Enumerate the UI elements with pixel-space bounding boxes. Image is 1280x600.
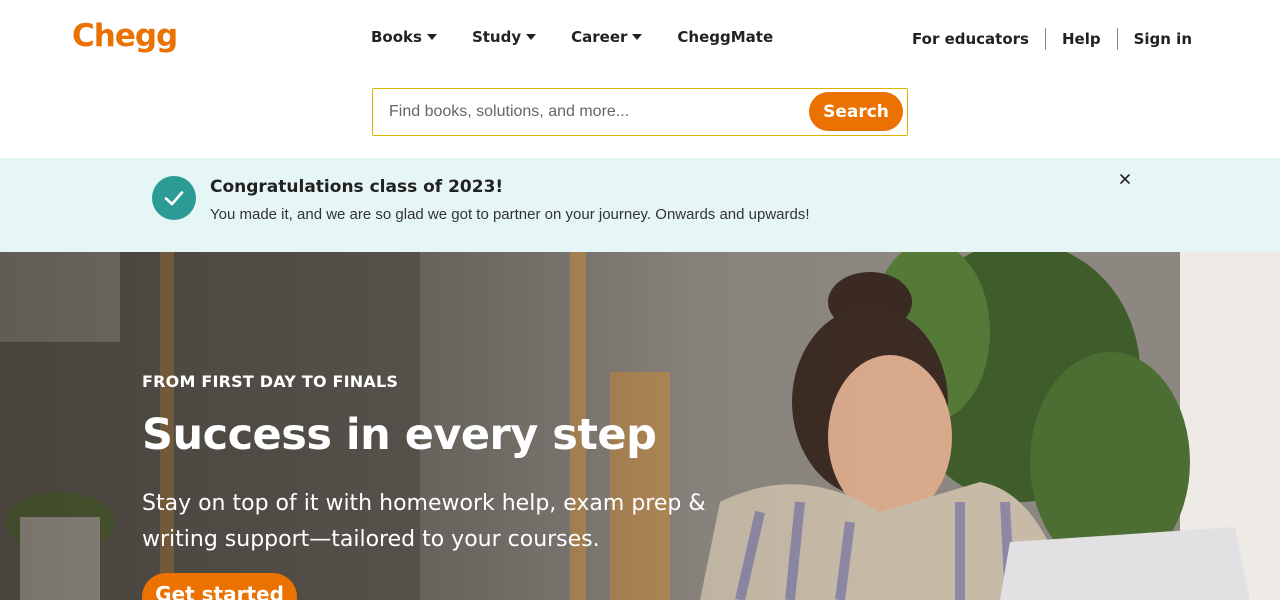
nav-cheggmate[interactable]: CheggMate [677,28,773,46]
hero-section: FROM FIRST DAY TO FINALS Success in ever… [0,252,1280,600]
nav-career[interactable]: Career [571,28,643,46]
check-icon [152,176,196,220]
search-bar: Search [372,88,908,136]
close-icon[interactable] [1116,170,1134,188]
nav-study[interactable]: Study [471,28,537,46]
chevron-down-icon [526,34,537,40]
nav-cheggmate-label: CheggMate [677,28,774,46]
chevron-down-icon [632,34,643,40]
hero-subline: Stay on top of it with homework help, ex… [142,491,706,552]
sign-in-link[interactable]: Sign in [1134,30,1192,48]
header-right-links: For educators Help Sign in [912,28,1192,50]
nav-career-label: Career [571,28,628,46]
hero-eyebrow: FROM FIRST DAY TO FINALS [142,372,399,391]
banner-text: You made it, and we are so glad we got t… [210,206,810,223]
chevron-down-icon [426,34,437,40]
chegg-logo[interactable]: Chegg [72,18,178,54]
nav-books-label: Books [371,28,422,46]
for-educators-link[interactable]: For educators [912,30,1029,48]
divider [1116,28,1118,50]
hero-headline: Success in every step [142,410,657,460]
get-started-button[interactable]: Get started [142,573,297,600]
search-button[interactable]: Search [809,92,903,131]
nav-books[interactable]: Books [371,28,437,46]
nav-study-label: Study [471,28,522,46]
divider [1044,28,1046,50]
congrats-banner: Congratulations class of 2023! You made … [0,158,1280,252]
banner-title: Congratulations class of 2023! [210,177,504,197]
help-link[interactable]: Help [1062,30,1101,48]
site-header: Chegg Books Study Career CheggMate For e… [0,0,1280,158]
search-input[interactable] [373,89,803,135]
main-nav: Books Study Career CheggMate [371,28,808,46]
